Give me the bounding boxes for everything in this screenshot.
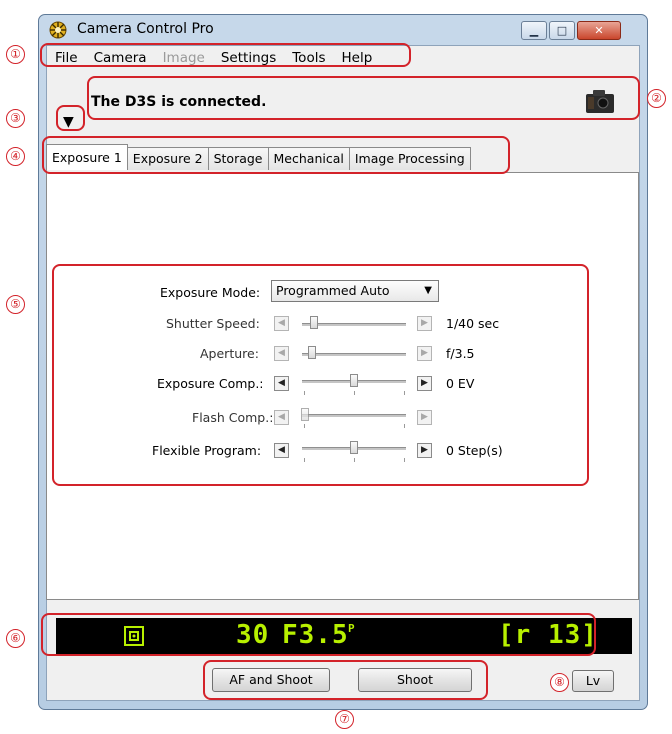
annotation-number-6: ⑥ (6, 629, 25, 648)
minimize-icon: ▁ (529, 24, 539, 37)
window-title: Camera Control Pro (77, 21, 214, 37)
annotation-number-4: ④ (6, 147, 25, 166)
tab-exposure-1[interactable]: Exposure 1 (46, 144, 128, 170)
live-view-button[interactable]: Lv (572, 670, 614, 692)
annotation-box-exposure-settings (52, 264, 589, 486)
annotation-number-3: ③ (6, 109, 25, 128)
title-bar[interactable]: Camera Control Pro ▁ □ ✕ (39, 15, 647, 45)
annotation-box-toggle (56, 105, 85, 131)
annotation-number-8: ⑧ (550, 673, 569, 692)
annotation-number-7: ⑦ (335, 710, 354, 729)
aperture-app-icon (49, 21, 67, 39)
maximize-button[interactable]: □ (549, 21, 575, 40)
annotation-box-shoot-buttons (203, 660, 488, 700)
annotation-number-2: ② (647, 89, 666, 108)
annotation-number-5: ⑤ (6, 295, 25, 314)
close-button[interactable]: ✕ (577, 21, 621, 40)
annotation-box-lcd (41, 613, 596, 656)
annotation-box-status (87, 76, 640, 120)
annotation-number-1: ① (6, 45, 25, 64)
close-icon: ✕ (594, 24, 604, 37)
maximize-icon: □ (556, 24, 568, 37)
minimize-button[interactable]: ▁ (521, 21, 547, 40)
annotation-box-menu (40, 43, 411, 67)
